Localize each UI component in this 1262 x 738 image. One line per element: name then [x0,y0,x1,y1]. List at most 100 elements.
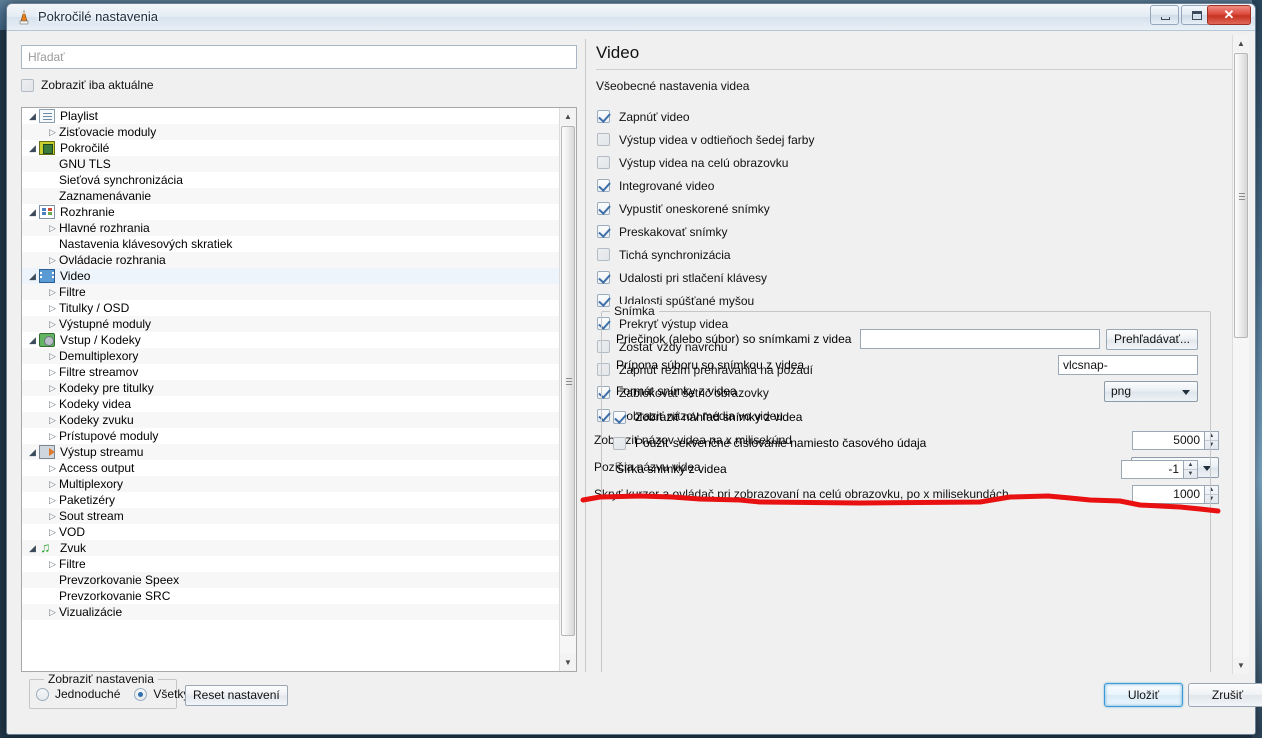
tree-item-pokro-il[interactable]: ◢ Pokročilé [22,140,559,156]
tree-item-rozhranie[interactable]: ◢ Rozhranie [22,204,559,220]
show-only-current-row[interactable]: Zobraziť iba aktuálne [21,78,577,92]
tree-item-vod[interactable]: ▷ VOD [22,524,559,540]
all-radio[interactable] [134,687,148,701]
tree-item-zis-ovacie-moduly[interactable]: ▷ Zisťovacie moduly [22,124,559,140]
expand-arrow-closed-icon[interactable]: ▷ [46,511,59,521]
tree-item-playlist[interactable]: ◢ Playlist [22,108,559,124]
settings-scrollbar[interactable]: ▲ ▼ [1232,35,1249,674]
tree-item-kodeky-zvuku[interactable]: ▷ Kodeky zvuku [22,412,559,428]
tree-item-ovl-dacie-rozhrania[interactable]: ▷ Ovládacie rozhrania [22,252,559,268]
expand-arrow-closed-icon[interactable]: ▷ [46,351,59,361]
expand-arrow-closed-icon[interactable]: ▷ [46,287,59,297]
expand-arrow-closed-icon[interactable]: ▷ [46,255,59,265]
expand-arrow-closed-icon[interactable]: ▷ [46,303,59,313]
setting-checkbox[interactable] [597,271,610,284]
expand-arrow-closed-icon[interactable]: ▷ [46,383,59,393]
tree-scrollbar[interactable]: ▲ ▼ [559,108,576,671]
tree-item-gnu-tls[interactable]: GNU TLS [22,156,559,172]
snapshot-width-spin-buttons[interactable]: ▲ ▼ [1183,459,1198,479]
close-button[interactable]: ✕ [1207,5,1251,25]
snapshot-width-spinner[interactable]: ▲ ▼ [1121,459,1198,479]
tree-item-filtre[interactable]: ▷ Filtre [22,284,559,300]
spin-up-icon[interactable]: ▲ [1184,461,1197,470]
expand-arrow-closed-icon[interactable]: ▷ [46,319,59,329]
expand-arrow-open-icon[interactable]: ◢ [26,111,39,121]
tree-item-filtre-streamov[interactable]: ▷ Filtre streamov [22,364,559,380]
setting-checkbox[interactable] [597,294,610,307]
show-only-current-checkbox[interactable] [21,78,34,92]
setting-checkbox[interactable] [597,179,610,192]
tree-item-access-output[interactable]: ▷ Access output [22,460,559,476]
tree-item-prevzorkovanie-speex[interactable]: Prevzorkovanie Speex [22,572,559,588]
cancel-button[interactable]: Zrušiť [1188,683,1262,707]
expand-arrow-closed-icon[interactable]: ▷ [46,559,59,569]
setting-checkbox[interactable] [597,248,610,261]
expand-arrow-closed-icon[interactable]: ▷ [46,367,59,377]
snapshot-width-input[interactable] [1121,459,1183,479]
tree-item-demultiplexory[interactable]: ▷ Demultiplexory [22,348,559,364]
tree-item-kodeky-videa[interactable]: ▷ Kodeky videa [22,396,559,412]
expand-arrow-open-icon[interactable]: ◢ [26,207,39,217]
setting-row-zapn-video[interactable]: Zapnúť video [590,105,1219,128]
expand-arrow-open-icon[interactable]: ◢ [26,143,39,153]
expand-arrow-open-icon[interactable]: ◢ [26,271,39,281]
setting-row-vypusti-oneskoren-sn-mky[interactable]: Vypustiť oneskorené snímky [590,197,1219,220]
tree-item-vstup-kodeky[interactable]: ◢ Vstup / Kodeky [22,332,559,348]
expand-arrow-closed-icon[interactable]: ▷ [46,399,59,409]
snapshot-preview-checkbox[interactable] [613,410,626,424]
expand-arrow-closed-icon[interactable]: ▷ [46,415,59,425]
tree-item-kodeky-pre-titulky[interactable]: ▷ Kodeky pre titulky [22,380,559,396]
tree-item-multiplexory[interactable]: ▷ Multiplexory [22,476,559,492]
tree-item-vizualiz-cie[interactable]: ▷ Vizualizácie [22,604,559,620]
settings-scroll-up-icon[interactable]: ▲ [1233,35,1249,52]
tree-item-v-stup-streamu[interactable]: ◢ Výstup streamu [22,444,559,460]
setting-row-tich-synchroniz-cia[interactable]: Tichá synchronizácia [590,243,1219,266]
setting-checkbox[interactable] [597,133,610,146]
snapshot-format-combo[interactable]: png [1104,380,1198,402]
tree-scrollbar-thumb[interactable] [561,126,575,636]
simple-radio[interactable] [36,687,49,701]
tree-item-zaznamen-vanie[interactable]: Zaznamenávanie [22,188,559,204]
setting-row-v-stup-videa-v-odtie-och-edej-farby[interactable]: Výstup videa v odtieňoch šedej farby [590,128,1219,151]
expand-arrow-open-icon[interactable]: ◢ [26,335,39,345]
tree-item-sout-stream[interactable]: ▷ Sout stream [22,508,559,524]
setting-row-integrovan-video[interactable]: Integrované video [590,174,1219,197]
reset-settings-button[interactable]: Reset nastavení [185,685,288,706]
snapshot-preview-row[interactable]: Zobraziť náhľad snímky z videa [602,404,1210,430]
expand-arrow-open-icon[interactable]: ◢ [26,543,39,553]
expand-arrow-closed-icon[interactable]: ▷ [46,431,59,441]
setting-row-udalosti-pri-stla-en-kl-vesy[interactable]: Udalosti pri stlačení klávesy [590,266,1219,289]
tree-item-paketiz-ry[interactable]: ▷ Paketizéry [22,492,559,508]
snapshot-sequential-row[interactable]: Použiť sekvenčné číslovanie namiesto čas… [602,430,1210,456]
tree-item-hlavn-rozhrania[interactable]: ▷ Hlavné rozhrania [22,220,559,236]
snapshot-sequential-checkbox[interactable] [613,436,626,450]
setting-checkbox[interactable] [597,202,610,215]
setting-checkbox[interactable] [597,225,610,238]
snapshot-directory-input[interactable] [859,329,1100,349]
expand-arrow-closed-icon[interactable]: ▷ [46,127,59,137]
tree-scroll-up-icon[interactable]: ▲ [560,108,576,125]
settings-tree[interactable]: ◢ Playlist ▷ Zisťovacie moduly ◢ Pokročilé GNU… [21,107,577,672]
minimize-button[interactable] [1150,5,1179,25]
search-input[interactable] [21,45,577,69]
maximize-button[interactable] [1181,5,1210,25]
setting-row-v-stup-videa-na-cel-obrazovku[interactable]: Výstup videa na celú obrazovku [590,151,1219,174]
expand-arrow-closed-icon[interactable]: ▷ [46,527,59,537]
setting-row-preskakova-sn-mky[interactable]: Preskakovať snímky [590,220,1219,243]
browse-button[interactable]: Prehľadávať... [1105,328,1198,350]
expand-arrow-closed-icon[interactable]: ▷ [46,479,59,489]
tree-item-zvuk[interactable]: ◢ Zvuk [22,539,559,556]
setting-row-udalosti-sp-an-my-ou[interactable]: Udalosti spúšťané myšou [590,289,1219,312]
tree-item-video[interactable]: ◢ Video [22,268,559,284]
tree-scroll-down-icon[interactable]: ▼ [560,654,576,671]
expand-arrow-closed-icon[interactable]: ▷ [46,495,59,505]
save-button[interactable]: Uložiť [1104,683,1183,707]
expand-arrow-closed-icon[interactable]: ▷ [46,607,59,617]
setting-checkbox[interactable] [597,110,610,123]
tree-item-prevzorkovanie-src[interactable]: Prevzorkovanie SRC [22,588,559,604]
tree-item-v-stupn-moduly[interactable]: ▷ Výstupné moduly [22,316,559,332]
tree-item-pr-stupov-moduly[interactable]: ▷ Prístupové moduly [22,428,559,444]
snapshot-prefix-input[interactable] [1058,355,1198,375]
tree-item-filtre[interactable]: ▷ Filtre [22,556,559,572]
spin-down-icon[interactable]: ▼ [1184,470,1197,478]
